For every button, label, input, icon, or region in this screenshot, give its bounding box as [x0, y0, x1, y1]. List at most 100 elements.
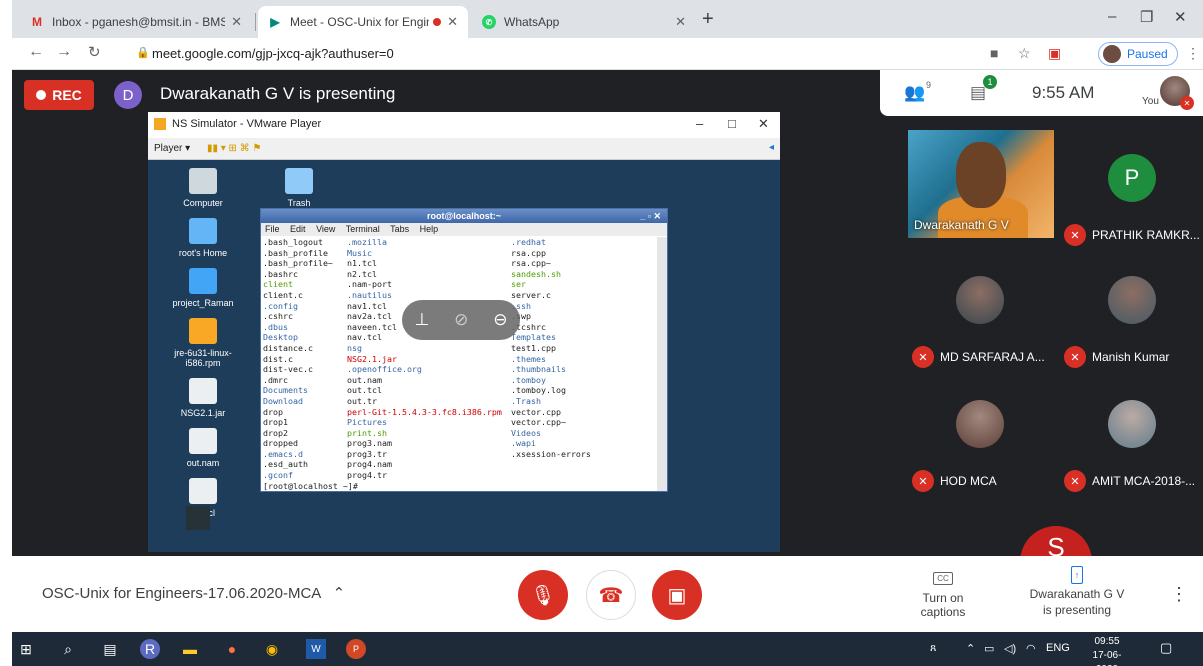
- people-tray-icon[interactable]: ጸ: [930, 642, 936, 655]
- extension-icon[interactable]: ▣: [1048, 45, 1061, 62]
- participant-tile[interactable]: P ✕ PRATHIK RAMKR...: [1058, 130, 1203, 252]
- windows-start-icon[interactable]: ⊞: [16, 639, 36, 659]
- participant-name: AMIT MCA-2018-...: [1092, 474, 1196, 488]
- terminal-line: drop1: [263, 417, 288, 428]
- mute-icon[interactable]: ⊘: [454, 310, 468, 330]
- wifi-icon[interactable]: ◠: [1026, 642, 1036, 655]
- battery-icon[interactable]: ▭: [984, 642, 994, 655]
- forward-icon[interactable]: →: [56, 43, 72, 61]
- chrome-icon[interactable]: ◉: [262, 639, 282, 659]
- hang-up-icon: ☎: [598, 584, 624, 607]
- participant-tile[interactable]: ✕ Manish Kumar: [1058, 252, 1203, 374]
- tab-meet[interactable]: ▶ Meet - OSC-Unix for Engineer ✕: [258, 6, 468, 38]
- recording-indicator: REC: [24, 80, 94, 110]
- volume-icon[interactable]: ◁): [1004, 642, 1016, 655]
- terminal-column: .mozilla Music n1.tcl n2.tcl .nam-port .nauti…: [347, 237, 502, 481]
- leave-call-button[interactable]: ☎: [586, 570, 636, 620]
- terminal-line: sandesh.sh: [511, 268, 561, 279]
- powerpoint-icon[interactable]: P: [346, 639, 366, 659]
- terminal-line: [root@localhost ~]#: [263, 480, 358, 491]
- captions-button[interactable]: CC Turn on captions: [900, 570, 986, 619]
- terminal-line: n1.tcl: [347, 258, 377, 269]
- chevron-up-icon[interactable]: ⌃: [333, 585, 346, 602]
- participant-avatar: [956, 276, 1004, 324]
- r-app-icon[interactable]: R: [140, 639, 160, 659]
- pin-icon[interactable]: ⊥: [414, 310, 429, 330]
- participant-avatar: P: [1108, 154, 1156, 202]
- close-tab-icon[interactable]: ✕: [231, 14, 242, 30]
- file-explorer-icon[interactable]: ▬: [180, 639, 200, 659]
- terminal-menu-item: Terminal: [345, 224, 380, 234]
- participant-tile[interactable]: ✕ MD SARFARAJ A...: [906, 252, 1058, 374]
- more-options-icon[interactable]: ⋮: [1170, 584, 1188, 605]
- participant-name: Dwarakanath G V: [914, 218, 1009, 232]
- camera-toggle-button[interactable]: ▣: [652, 570, 702, 620]
- close-tab-icon[interactable]: ✕: [447, 14, 458, 30]
- restore-button[interactable]: ❐: [1140, 8, 1153, 26]
- terminal-line: rsa.cpp~: [511, 258, 551, 269]
- back-icon[interactable]: ←: [28, 43, 44, 61]
- file-icon: [189, 428, 217, 454]
- terminal-line: .esd_auth: [263, 459, 308, 470]
- terminal-window-controls: _ ▫ ✕: [640, 211, 661, 221]
- new-tab-button[interactable]: +: [702, 8, 714, 31]
- terminal-line: .tomboy.log: [511, 385, 566, 396]
- terminal-menu-item: Tabs: [390, 224, 410, 234]
- close-window-button[interactable]: ✕: [1174, 8, 1187, 26]
- people-icon[interactable]: 👥: [904, 83, 925, 103]
- terminal-line: prog3.nam: [347, 438, 392, 449]
- terminal-titlebar: root@localhost:~ _ ▫ ✕: [261, 209, 667, 223]
- reload-icon[interactable]: ↻: [88, 43, 101, 61]
- terminal-line: .wapi: [511, 438, 536, 449]
- tab-gmail[interactable]: M Inbox - pganesh@bmsit.in - BMS ✕: [20, 6, 252, 38]
- notifications-icon[interactable]: ▢: [1160, 640, 1172, 656]
- task-view-icon[interactable]: ▤: [100, 639, 120, 659]
- language-indicator[interactable]: ENG: [1046, 642, 1070, 654]
- desktop-icon-rpm: jre-6u31-linux-i586.rpm: [168, 318, 238, 368]
- terminal-line: .nautilus: [347, 289, 392, 300]
- remove-icon[interactable]: ⊖: [493, 310, 507, 330]
- presentation-overlay[interactable]: ⊥ ⊘ ⊖: [402, 300, 520, 340]
- browser-toolbar: ← → ↻ 🔒 meet.google.com/gjp-jxcq-ajk?aut…: [12, 38, 1203, 70]
- terminal-line: client.c: [263, 289, 303, 300]
- terminal-line: drop: [263, 406, 283, 417]
- firefox-icon[interactable]: ●: [222, 639, 242, 659]
- taskbar-clock[interactable]: 09:55 17-06-2020: [1083, 635, 1131, 666]
- presenter-avatar: D: [114, 81, 142, 109]
- word-icon[interactable]: W: [306, 639, 326, 659]
- menu-kebab-icon[interactable]: ⋮: [1186, 45, 1200, 62]
- camera-icon[interactable]: ■: [990, 45, 998, 61]
- terminal-line: .mozilla: [347, 237, 387, 247]
- self-mic-off-icon: ✕: [1180, 96, 1194, 110]
- participant-name: Manish Kumar: [1092, 350, 1170, 364]
- meeting-title[interactable]: OSC-Unix for Engineers-17.06.2020-MCA ⌃: [42, 584, 345, 602]
- terminal-line: .tcshrc: [511, 321, 546, 332]
- mic-toggle-button[interactable]: 🎙: [518, 570, 568, 620]
- vm-player-menu: Player ▾: [154, 143, 191, 154]
- browser-tab-strip: M Inbox - pganesh@bmsit.in - BMS ✕ ▶ Mee…: [12, 0, 1203, 38]
- tab-whatsapp[interactable]: ✆ WhatsApp ✕: [472, 6, 696, 38]
- chevron-up-icon[interactable]: ⌃: [966, 642, 975, 655]
- tab-label: Meet - OSC-Unix for Engineer: [290, 15, 429, 29]
- presenter-banner: Dwarakanath G V is presenting: [160, 84, 396, 103]
- meeting-clock: 9:55 AM: [1032, 83, 1095, 102]
- video-face: [956, 142, 1006, 208]
- bookmark-star-icon[interactable]: ☆: [1018, 45, 1031, 62]
- terminal-line: .swp: [511, 311, 531, 322]
- present-now-button[interactable]: ↑ Dwarakanath G V is presenting: [1022, 566, 1132, 618]
- terminal-line: .dmrc: [263, 374, 288, 385]
- terminal-line: dist.c: [263, 353, 293, 364]
- participant-tile[interactable]: ✕ HOD MCA: [906, 376, 1058, 498]
- tab-separator: [255, 13, 256, 31]
- participant-video-tile[interactable]: Dwarakanath G V: [908, 130, 1054, 238]
- participant-tile[interactable]: ✕ AMIT MCA-2018-...: [1058, 376, 1203, 498]
- minimize-button[interactable]: –: [1108, 8, 1116, 25]
- terminal-line: .openoffice.org: [347, 364, 422, 375]
- search-icon[interactable]: ⌕: [58, 639, 78, 659]
- terminal-line: distance.c: [263, 342, 313, 353]
- people-count: 9: [926, 80, 932, 90]
- recording-dot-icon: [433, 18, 442, 26]
- profile-button[interactable]: Paused: [1098, 42, 1178, 66]
- close-tab-icon[interactable]: ✕: [675, 14, 686, 30]
- address-bar[interactable]: meet.google.com/gjp-jxcq-ajk?authuser=0: [152, 46, 394, 61]
